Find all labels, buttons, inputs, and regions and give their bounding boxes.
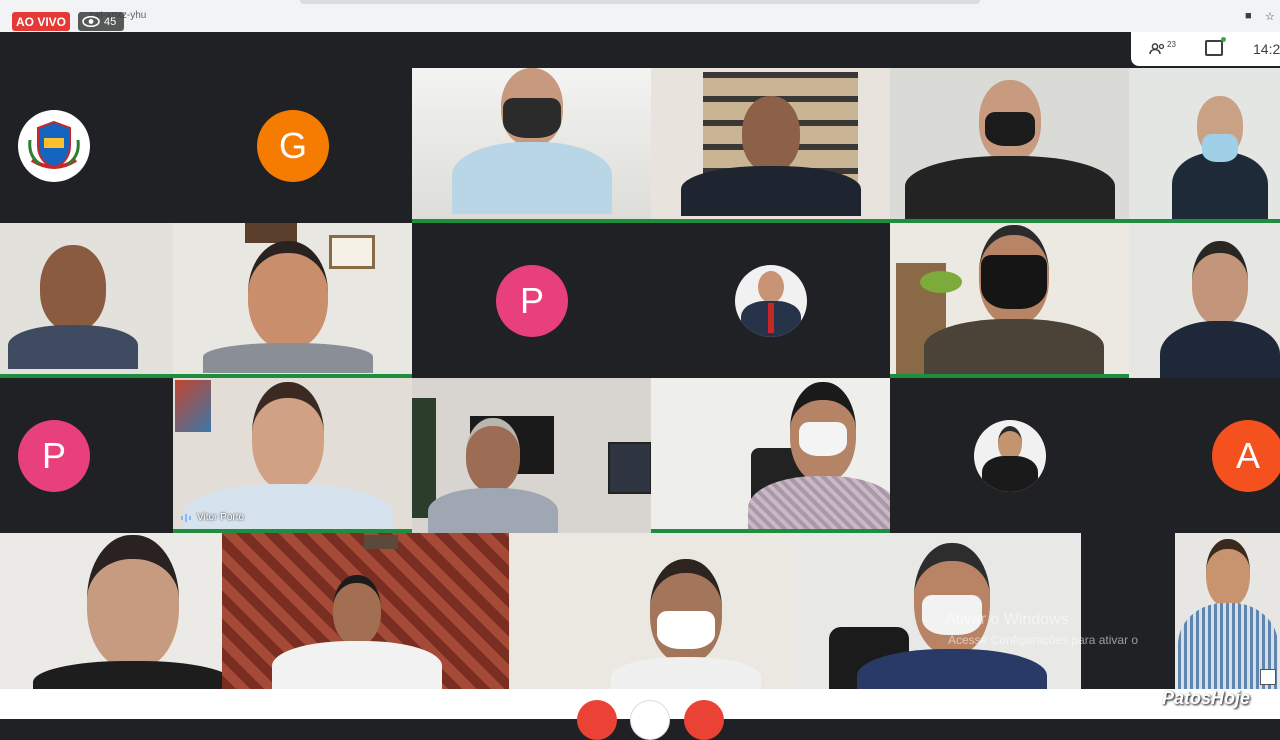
face-mask [502,98,561,138]
people-icon [1149,43,1165,54]
participant-tile-vitor-porto[interactable]: Vitor Porto [173,378,412,533]
camera-off-button[interactable] [684,700,724,740]
crest-icon [28,120,80,170]
profile-photo-avatar [974,420,1046,492]
participant-tile-p[interactable]: P [0,378,173,533]
empty-tile-area [1081,533,1175,689]
participant-video [182,382,393,529]
participant-video [451,68,612,214]
participant-tile[interactable] [1129,68,1280,223]
chat-icon[interactable] [1205,37,1226,56]
face-mask [799,422,848,456]
participant-video [428,418,559,533]
background-laptop [608,442,651,494]
meet-top-right-panel: 23 14:2 [1131,32,1280,66]
face-mask [1201,134,1238,162]
end-call-button[interactable] [630,700,670,740]
participant-tile[interactable] [412,68,651,223]
browser-toolbar: zwt-xnxz-yhu ■ ☆ [0,0,1280,32]
meet-top-area [0,32,1280,68]
eye-icon [82,16,100,27]
profile-photo-avatar [735,265,807,337]
participant-tile[interactable] [890,68,1129,223]
participant-tile[interactable] [651,68,890,223]
participant-video [33,535,222,689]
mic-off-button[interactable] [577,700,617,740]
participant-video [7,245,138,369]
face-mask [657,611,716,649]
participant-tile[interactable] [173,223,412,378]
meeting-clock: 14:2 [1253,41,1280,57]
participant-tile-logo-g[interactable]: G [0,68,412,223]
participants-count: 23 [1167,40,1176,49]
windows-activation-title: Ativar o Windows [945,611,1069,628]
participant-tile[interactable] [509,533,795,689]
wall-frame [364,535,398,549]
audio-level-icon [181,513,191,522]
participant-video [1159,241,1280,378]
avatar-g: G [257,110,329,182]
face-mask [984,112,1035,146]
participant-tile[interactable] [890,223,1129,378]
participant-name-label: Vitor Porto [197,512,245,523]
participant-tile[interactable] [1175,533,1280,689]
city-crest-avatar [18,110,90,182]
participant-tile[interactable] [0,223,173,378]
people-button[interactable]: 23 [1149,40,1176,55]
avatar-p: P [496,265,568,337]
patoshoje-logo: PatosHoje [1162,688,1251,708]
participant-video [904,80,1115,219]
wall-frame [245,223,297,243]
live-badge: AO VIVO [12,12,70,31]
participant-tile[interactable] [412,378,651,533]
viewer-count-badge: 45 [78,12,124,31]
face-mask [981,255,1048,309]
participant-video [748,382,890,529]
camera-icon[interactable]: ■ [1245,10,1252,22]
participant-tile[interactable] [1129,223,1280,378]
participant-name: Vitor Porto [181,512,244,523]
participant-tile-p-and-photo[interactable]: P [412,223,890,378]
participant-tile[interactable] [651,378,890,533]
participant-video [271,575,442,689]
participant-video [1177,539,1278,689]
participant-tile[interactable] [222,533,509,689]
avatar-p: P [18,420,90,492]
windows-activation-text: Acesse Configurações para ativar o [948,633,1139,647]
avatar-a: A [1212,420,1280,492]
star-icon[interactable]: ☆ [1265,10,1275,23]
tab-strip [300,0,980,4]
viewer-count: 45 [104,15,117,28]
participant-video [202,241,373,373]
participant-tile[interactable] [0,533,222,689]
participant-tile-photo-a[interactable]: A [890,378,1280,533]
pip-icon[interactable] [1260,669,1276,685]
participant-video [680,96,861,216]
